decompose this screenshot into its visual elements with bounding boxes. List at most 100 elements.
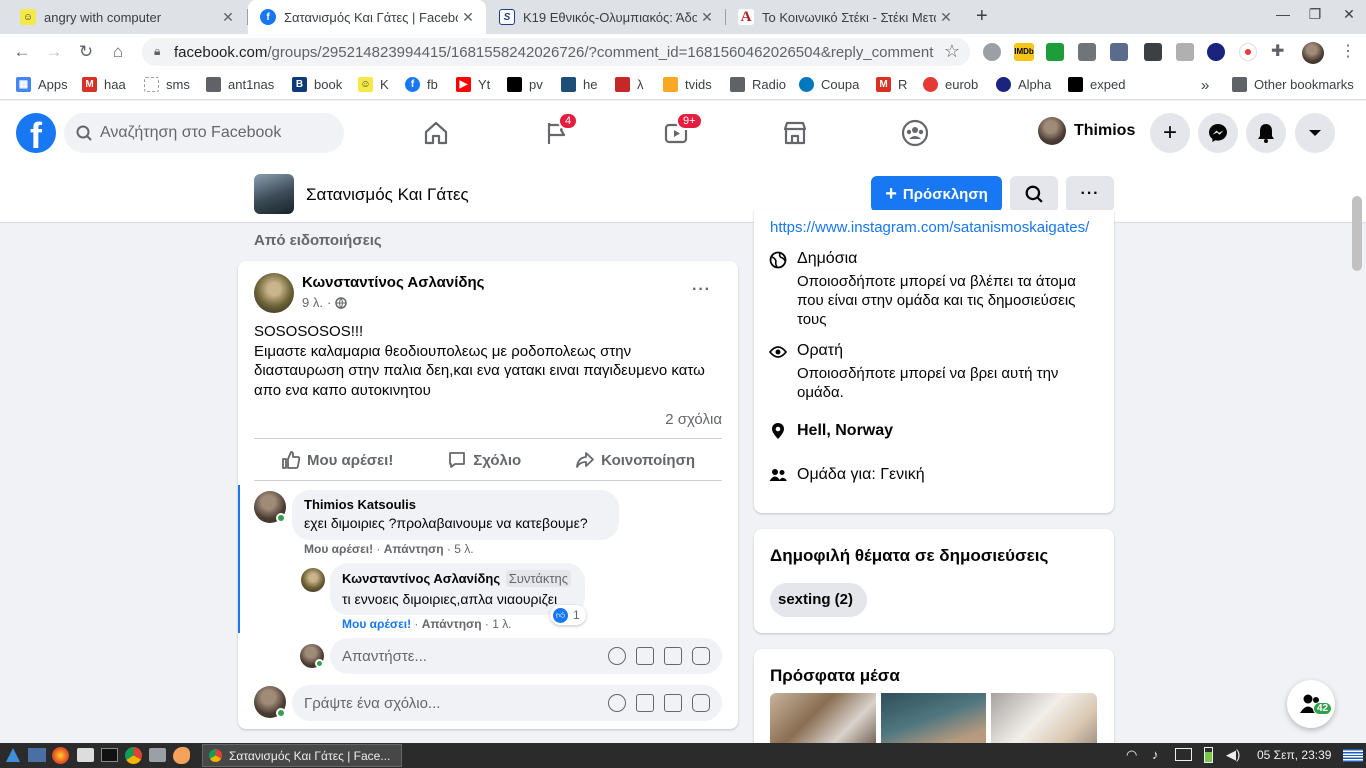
comment-time[interactable]: 5 λ.	[454, 542, 473, 556]
camera-icon[interactable]	[636, 694, 654, 712]
media-thumbnail-cat[interactable]	[770, 693, 876, 749]
bookmark-alpha[interactable]: Alpha	[996, 77, 1051, 92]
close-icon[interactable]: ✕	[936, 9, 956, 26]
reply-author[interactable]: Κωνσταντίνος Ασλανίδης	[342, 571, 500, 586]
other-bookmarks[interactable]: Other bookmarks	[1232, 77, 1354, 92]
home-nav-icon[interactable]	[420, 115, 452, 151]
comment-reply-link[interactable]: Απάντηση	[384, 542, 444, 556]
comment-author[interactable]: Thimios Katsoulis	[304, 497, 416, 512]
tab-angry-with-computer[interactable]: ☺ angry with computer ✕	[8, 0, 246, 34]
comment-like-link[interactable]: Μου αρέσει!	[304, 542, 373, 556]
media-thumbnail-cat[interactable]	[881, 693, 986, 749]
watch-nav-icon[interactable]: 9+	[660, 112, 703, 151]
firefox-icon[interactable]	[52, 747, 69, 764]
record-icon[interactable]	[1239, 43, 1257, 61]
kebab-menu-icon[interactable]: ⋮	[1340, 41, 1356, 61]
bookmark-eurob[interactable]: eurob	[923, 77, 978, 92]
contacts-fab[interactable]: 42	[1287, 680, 1335, 728]
notifications-button[interactable]	[1246, 113, 1286, 153]
tab-steki[interactable]: A Το Κοινωνικό Στέκι - Στέκι Μετα ✕	[726, 0, 964, 34]
desktop-icon[interactable]	[28, 748, 46, 762]
close-window-icon[interactable]: ✕	[1334, 6, 1364, 23]
extension-icon[interactable]	[1176, 43, 1194, 61]
minimize-icon[interactable]: —	[1268, 6, 1298, 22]
chrome-icon[interactable]	[125, 747, 142, 764]
instagram-link[interactable]: https://www.instagram.com/satanismoskaig…	[770, 219, 1100, 236]
terminal-icon[interactable]	[101, 748, 118, 762]
bookmark-he[interactable]: he	[561, 77, 597, 92]
sticker-icon[interactable]	[692, 694, 710, 712]
restore-icon[interactable]: ❐	[1300, 6, 1330, 23]
forward-icon[interactable]: →	[42, 42, 66, 62]
comment-input[interactable]: Γράψτε ένα σχόλιο...	[292, 685, 722, 721]
bell-icon[interactable]: ♪	[1152, 747, 1159, 762]
group-title[interactable]: Σατανισμός Και Γάτες	[306, 185, 469, 205]
tab-facebook-group[interactable]: f Σατανισμός Και Γάτες | Facebook ✕	[248, 0, 486, 34]
topic-chip[interactable]: sexting (2)	[770, 583, 868, 617]
extension-icon[interactable]	[1046, 43, 1064, 61]
bookmark-pv[interactable]: pv	[507, 77, 543, 92]
bookmark-exped[interactable]: exped	[1068, 77, 1125, 92]
files-icon[interactable]	[149, 748, 166, 762]
bookmark-ant1nas[interactable]: ant1nas	[206, 77, 274, 92]
share-button[interactable]: Κοινοποίηση	[575, 450, 695, 470]
close-icon[interactable]: ✕	[218, 9, 238, 26]
post-options-icon[interactable]: ···	[692, 281, 711, 299]
reply-time[interactable]: 1 λ.	[492, 617, 511, 631]
reaction-count[interactable]: 👍︎ 1	[550, 605, 586, 625]
start-menu-icon[interactable]	[6, 748, 20, 762]
mail-icon[interactable]	[77, 748, 94, 762]
close-icon[interactable]: ✕	[697, 9, 717, 26]
post-time[interactable]: 9 λ.	[302, 295, 323, 310]
imdb-extension-icon[interactable]: IMDb	[1014, 43, 1034, 61]
home-icon[interactable]: ⌂	[106, 42, 130, 62]
comments-count[interactable]: 2 σχόλια	[665, 411, 722, 428]
bookmark-fb[interactable]: f fb	[405, 77, 438, 92]
profile-avatar-icon[interactable]	[1302, 42, 1324, 64]
account-menu-button[interactable]	[1295, 113, 1335, 153]
like-button[interactable]: Μου αρέσει!	[281, 450, 393, 470]
reply-reply-link[interactable]: Απάντηση	[422, 617, 482, 631]
reload-icon[interactable]: ↻	[74, 42, 98, 62]
bookmark-apps[interactable]: ▦ Apps	[16, 77, 68, 92]
mail-status-icon[interactable]	[1175, 748, 1192, 761]
facebook-logo-icon[interactable]: f	[16, 113, 56, 153]
reply-like-link[interactable]: Μου αρέσει!	[342, 617, 411, 631]
page-scrollbar[interactable]	[1352, 196, 1362, 271]
gif-icon[interactable]	[664, 647, 682, 665]
bookmark-tvids[interactable]: tvids	[663, 77, 712, 92]
extension-icon[interactable]	[1207, 43, 1225, 61]
reply-input[interactable]: Απαντήστε...	[330, 638, 722, 674]
sticker-icon[interactable]	[692, 647, 710, 665]
back-icon[interactable]: ←	[10, 42, 34, 62]
greek-flag-icon[interactable]	[1343, 749, 1363, 762]
group-thumbnail[interactable]	[254, 174, 294, 214]
pages-nav-icon[interactable]: 4	[540, 112, 579, 151]
clock[interactable]: 05 Σεπ, 23:39	[1257, 748, 1331, 762]
bookmark-r[interactable]: MR	[876, 77, 907, 92]
volume-icon[interactable]: ◀)	[1226, 747, 1240, 763]
emoji-icon[interactable]	[608, 694, 626, 712]
extension-icon[interactable]	[983, 43, 1001, 61]
author-avatar[interactable]	[254, 273, 294, 313]
comment-button[interactable]: Σχόλιο	[447, 450, 521, 470]
messenger-button[interactable]	[1198, 113, 1238, 153]
media-thumbnail-cat[interactable]	[991, 693, 1097, 749]
gif-icon[interactable]	[664, 694, 682, 712]
address-bar[interactable]: 🔒︎ facebook.com/groups/295214823994415/1…	[142, 38, 970, 66]
bookmark-sms[interactable]: sms	[144, 77, 190, 92]
extension-icon[interactable]	[1144, 43, 1162, 61]
reply-author-avatar[interactable]	[301, 568, 325, 592]
battery-icon[interactable]	[1204, 747, 1213, 763]
tab-k19-match[interactable]: S Κ19 Εθνικός-Ολυμπιακός: Άδοξο ✕	[487, 0, 725, 34]
bookmark-yt[interactable]: ▶ Yt	[456, 77, 490, 92]
bookmark-star-icon[interactable]: ☆	[944, 41, 960, 62]
create-button[interactable]: +	[1150, 113, 1190, 153]
bookmark-coupa[interactable]: Coupa	[799, 77, 859, 92]
bookmark-k[interactable]: ☺ K	[358, 77, 389, 92]
extension-icon[interactable]	[1110, 43, 1128, 61]
wifi-icon[interactable]: ◠	[1126, 747, 1137, 763]
group-search-button[interactable]	[1010, 176, 1058, 212]
close-icon[interactable]: ✕	[458, 9, 478, 26]
app-icon[interactable]	[173, 747, 190, 764]
